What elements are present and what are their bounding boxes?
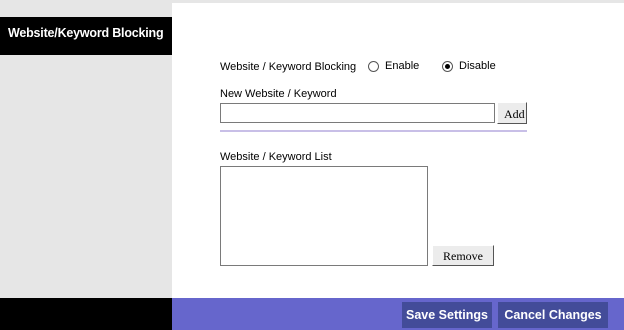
disable-radio-option[interactable]: Disable xyxy=(442,60,496,72)
enable-radio[interactable] xyxy=(368,60,379,72)
add-button[interactable]: Add xyxy=(497,102,527,124)
footer-bar: Save Settings Cancel Changes xyxy=(172,298,624,330)
remove-button[interactable]: Remove xyxy=(432,245,494,266)
enable-label: Enable xyxy=(385,60,420,72)
cancel-changes-button[interactable]: Cancel Changes xyxy=(498,302,608,328)
sidebar-title: Website/Keyword Blocking xyxy=(0,17,172,55)
section-divider xyxy=(220,130,527,132)
enable-radio-option[interactable]: Enable xyxy=(368,60,419,72)
blocking-label: Website / Keyword Blocking xyxy=(220,61,357,73)
footer-left xyxy=(0,298,172,330)
sidebar: Website/Keyword Blocking xyxy=(0,0,172,298)
disable-radio[interactable] xyxy=(442,60,453,72)
keyword-list-label: Website / Keyword List xyxy=(220,151,332,163)
disable-label: Disable xyxy=(459,60,496,72)
page: Website/Keyword Blocking Website / Keywo… xyxy=(0,0,624,330)
new-keyword-input[interactable] xyxy=(220,103,495,123)
save-settings-button[interactable]: Save Settings xyxy=(402,302,492,328)
new-keyword-label: New Website / Keyword xyxy=(220,88,337,100)
keyword-list[interactable] xyxy=(220,166,428,266)
